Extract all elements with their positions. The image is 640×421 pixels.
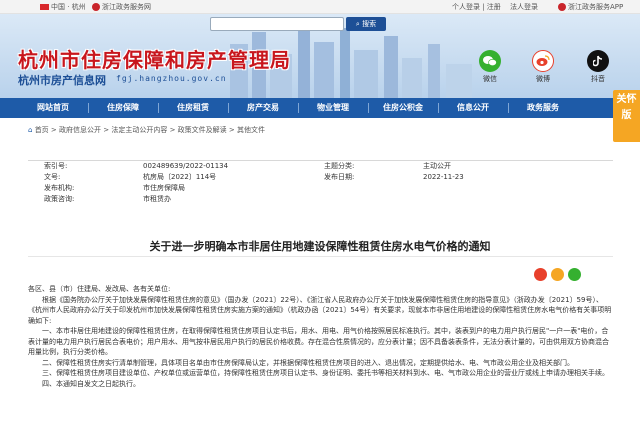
breadcrumb-item[interactable]: 政策文件及解读 [178,126,227,134]
breadcrumb: ⌂ 首页 > 政府信息公开 > 法定主动公开内容 > 政策文件及解读 > 其他文… [28,126,265,134]
search-input[interactable] [210,17,344,31]
nav-divider [228,103,229,113]
paragraph: 四、本通知自发文之日起执行。 [42,379,140,388]
nav-info-disclosure[interactable]: 信息公开 [442,98,504,118]
douyin-icon [587,50,609,72]
paragraph: 三、保障性租赁住房项目建设单位、产权单位或运营单位，持保障性租赁住房项目认定书、… [42,369,609,377]
main-nav: 网站首页 住房保障 住房租赁 房产交易 物业管理 住房公积金 信息公开 政务服务 [0,98,640,118]
search-button[interactable]: ⌕ 搜索 [346,17,386,31]
meta-row: 索引号: 002489639/2022-01134 主题分类: 主动公开 [44,162,451,170]
nav-provident-fund[interactable]: 住房公积金 [372,98,434,118]
home-icon: ⌂ [28,126,33,134]
meta-row: 发布机构: 市住房保障局 [44,184,185,192]
addressee: 各区、县（市）住建局、发改局、各有关单位: [28,285,171,293]
wechat-link[interactable]: 微信 [478,50,502,84]
wechat-icon [479,50,501,72]
care-mode-button[interactable]: 关怀版 [613,90,640,142]
douyin-link[interactable]: 抖音 [586,50,610,84]
weibo-link[interactable]: 微博 [531,50,555,84]
nav-divider [298,103,299,113]
nav-divider [368,103,369,113]
site-title: 杭州市住房保障和房产管理局 [18,48,291,72]
nav-home[interactable]: 网站首页 [22,98,84,118]
nav-divider [88,103,89,113]
site-subtitle: 杭州市房产信息网 [18,74,106,87]
qzone-share-icon[interactable] [551,268,564,281]
nav-housing-security[interactable]: 住房保障 [92,98,154,118]
weibo-icon [532,50,554,72]
nav-housing-rental[interactable]: 住房租赁 [162,98,224,118]
nav-divider [508,103,509,113]
region-link[interactable]: 中国 · 杭州 [40,0,86,14]
nav-divider [158,103,159,113]
document-body: 各区、县（市）住建局、发改局、各有关单位: 根据《国务院办公厅关于加快发展保障性… [28,284,613,389]
nav-property-trade[interactable]: 房产交易 [232,98,294,118]
breadcrumb-item[interactable]: 其他文件 [237,126,265,134]
flag-icon [40,4,49,10]
search-icon: ⌕ [355,20,360,28]
portal-link[interactable]: 浙江政务服务网 [92,0,151,14]
paragraph: 二、保障性租赁住房实行清单制管理，具体项目名单由市住房保障局认定，并根据保障性租… [42,358,574,367]
meta-row: 文号: 杭房局〔2022〕114号 发布日期: 2022-11-23 [44,173,464,181]
breadcrumb-item[interactable]: 政府信息公开 [59,126,101,134]
personal-login-link[interactable]: 个人登录 | 注册 [452,0,501,14]
corp-login-link[interactable]: 法人登录 [510,0,538,14]
site-url: fgj.hangzhou.gov.cn [116,74,227,83]
title-divider [28,256,613,257]
meta-row: 政策咨询: 市租赁办 [44,195,171,203]
paragraph: 一、本市非居住用地建设的保障性租赁住房，在取得保障性租赁住房项目认定书后，用水、… [28,327,609,356]
paragraph: 根据《国务院办公厅关于加快发展保障性租赁住房的意见》（国办发〔2021〕22号）… [28,295,612,325]
nav-gov-services[interactable]: 政务服务 [512,98,574,118]
app-icon [558,3,566,11]
zhejiang-gov-icon [92,3,100,11]
site-banner: ⌕ 搜索 杭州市住房保障和房产管理局 杭州市房产信息网 fgj.hangzhou… [0,14,640,98]
nav-property-management[interactable]: 物业管理 [302,98,364,118]
nav-divider [438,103,439,113]
document-title: 关于进一步明确本市非居住用地建设保障性租赁住房水电气价格的通知 [149,240,491,253]
weibo-share-icon[interactable] [534,268,547,281]
document-meta-table: 索引号: 002489639/2022-01134 主题分类: 主动公开 文号:… [28,160,613,205]
breadcrumb-home[interactable]: 首页 [35,126,49,134]
top-bar: 中国 · 杭州 浙江政务服务网 个人登录 | 注册 法人登录 浙江政务服务APP [0,0,640,14]
mobile-app-link[interactable]: 浙江政务服务APP [558,0,623,14]
breadcrumb-item[interactable]: 法定主动公开内容 [111,126,167,134]
wechat-share-icon[interactable] [568,268,581,281]
